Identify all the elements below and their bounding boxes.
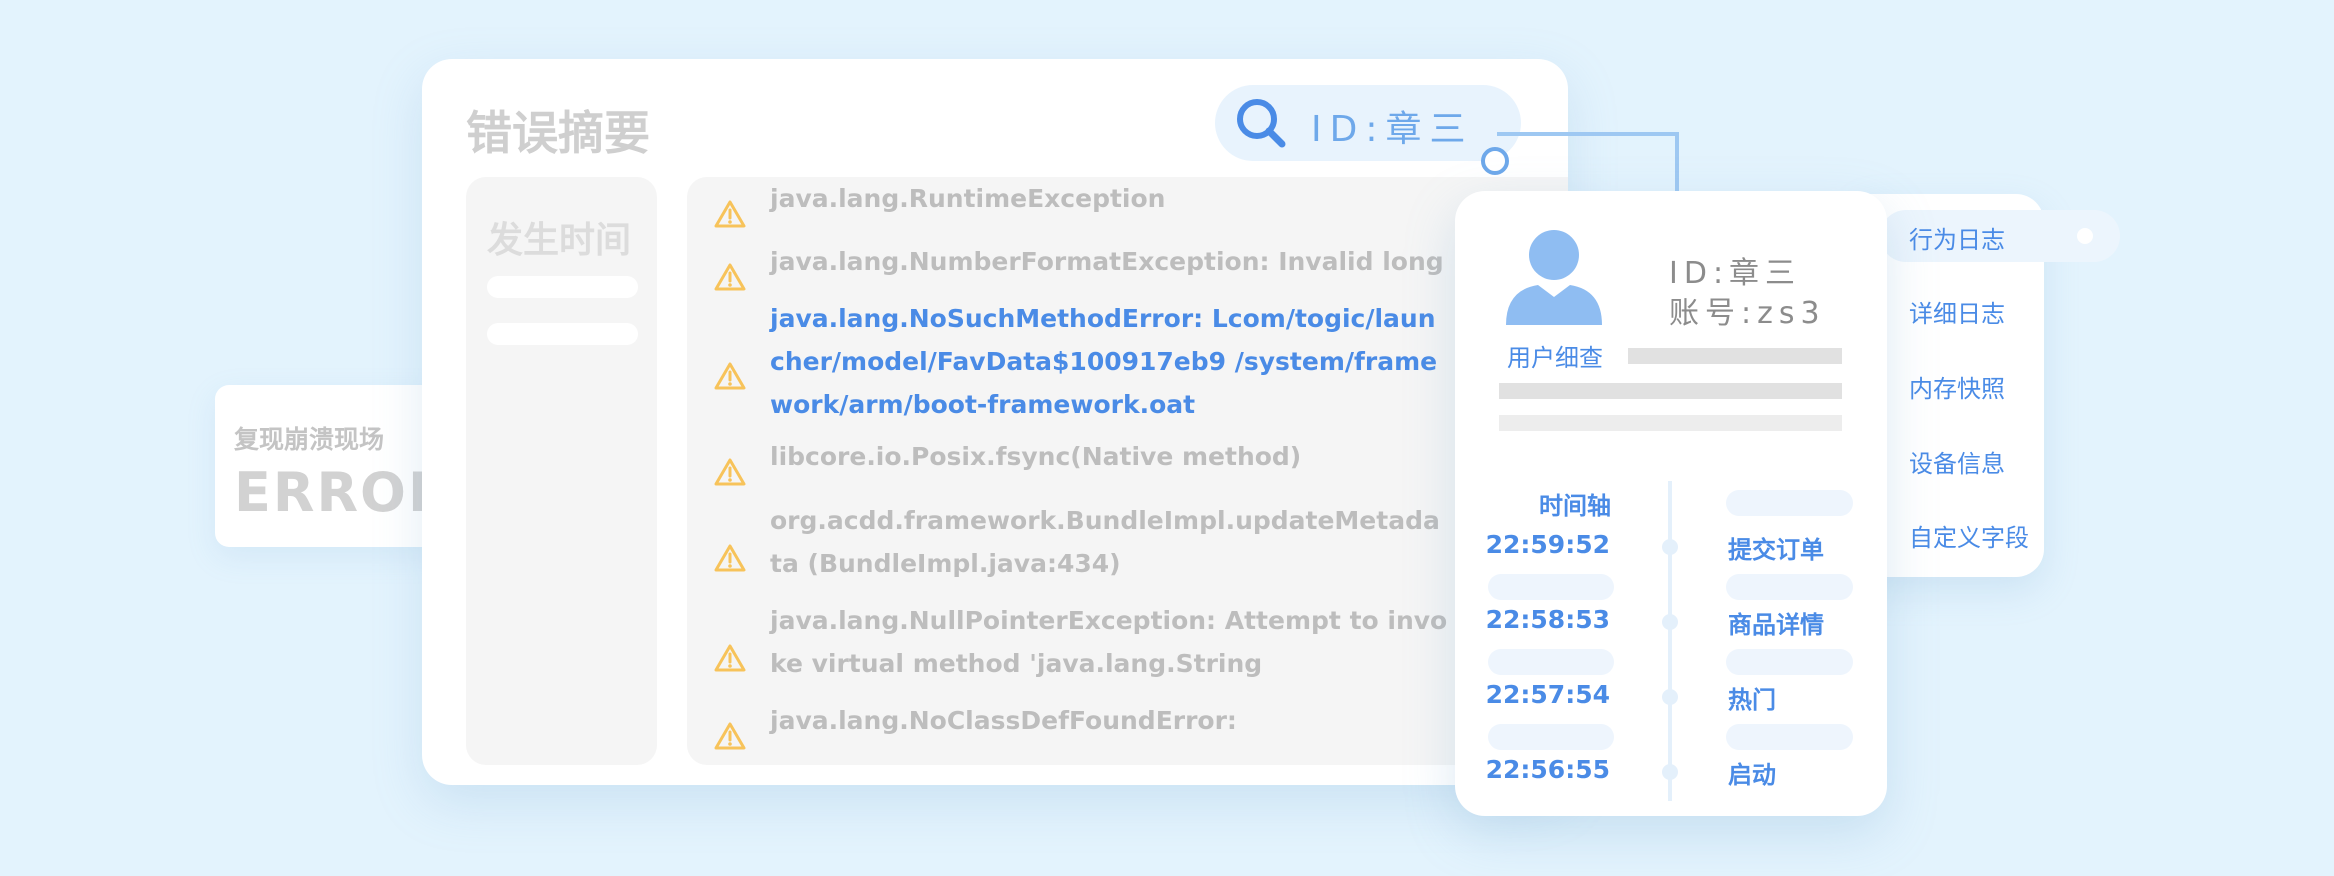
user-id: ID:章三 (1669, 256, 1802, 291)
timeline-dot (1662, 689, 1678, 705)
search-query: ID:章三 (1311, 109, 1474, 150)
placeholder-bar (1499, 383, 1842, 399)
error-title: ERROR (234, 461, 452, 524)
menu-item-behavior-log[interactable]: 行为日志 (1909, 220, 2005, 255)
search-bar[interactable]: ID:章三 (1215, 85, 1521, 175)
crash-reproduce-card[interactable]: 复现崩溃现场 ERROR (215, 385, 450, 547)
user-avatar-icon[interactable] (1506, 227, 1602, 325)
error-log-list: java.lang.RuntimeException java.lang.Num… (687, 177, 1568, 765)
menu-item-custom-fields[interactable]: 自定义字段 (1909, 518, 2029, 553)
connector-line (1497, 132, 1679, 196)
timeline-title: 时间轴 (1539, 492, 1611, 520)
placeholder-bar (1499, 415, 1842, 431)
timeline-pill (1488, 649, 1614, 675)
timeline-time: 22:59:52 (1485, 530, 1610, 559)
crash-reproduce-label: 复现崩溃现场 (234, 425, 385, 454)
log-text: libcore.io.Posix.fsync(Native method) (770, 442, 1302, 471)
menu-item-detail-log[interactable]: 详细日志 (1909, 294, 2005, 329)
timeline-time: 22:56:55 (1485, 755, 1610, 784)
timeline-pill (1726, 724, 1853, 750)
warning-icon (714, 544, 746, 572)
warning-icon (714, 200, 746, 228)
user-account: 账号:zs3 (1669, 296, 1826, 331)
timeline-dot (1662, 764, 1678, 780)
selected-indicator-dot (2077, 228, 2093, 244)
menu-item-memory-snapshot[interactable]: 内存快照 (1909, 369, 2005, 404)
placeholder-bar (1628, 348, 1842, 364)
log-text: java.lang.RuntimeException (770, 184, 1166, 213)
timeline-event[interactable]: 热门 (1728, 680, 1776, 715)
search-icon (1237, 99, 1286, 148)
timeline-event[interactable]: 启动 (1728, 755, 1776, 790)
log-text: java.lang.NoSuchMethodError: Lcom/togic/… (770, 304, 1438, 419)
timeline-pill (1488, 724, 1614, 750)
page-title: 错误摘要 (466, 106, 650, 160)
timeline-time: 22:57:54 (1485, 680, 1610, 709)
timeline-dot (1662, 539, 1678, 555)
timeline-pill (1726, 649, 1853, 675)
timeline-pill (1488, 574, 1614, 600)
timeline-dot (1662, 614, 1678, 630)
timeline-pill (1726, 574, 1853, 600)
time-column-title: 发生时间 (487, 220, 632, 261)
time-placeholder-bar (487, 276, 638, 298)
timeline-axis (1668, 481, 1672, 801)
warning-icon (714, 644, 746, 672)
error-summary-card: 错误摘要 ID:章三 发生时间 java.lang.RuntimeExcepti… (422, 59, 1568, 785)
warning-icon (714, 263, 746, 291)
time-placeholder-bar (487, 323, 638, 345)
user-detail-label: 用户细查 (1507, 344, 1603, 372)
timeline-event[interactable]: 商品详情 (1728, 605, 1824, 640)
time-column: 发生时间 (466, 177, 657, 765)
log-text: java.lang.NumberFormatException: Invalid… (770, 247, 1444, 276)
user-detail-card: 用户细查 ID:章三 账号:zs3 时间轴 22:59:52 提交订单 22:5… (1455, 191, 1887, 816)
timeline-time: 22:58:53 (1485, 605, 1610, 634)
log-text: java.lang.NoClassDefFoundError: (770, 706, 1237, 735)
log-text: org.acdd.framework.BundleImpl.updateMeta… (770, 506, 1440, 578)
menu-item-device-info[interactable]: 设备信息 (1909, 444, 2005, 479)
warning-icon (714, 458, 746, 486)
log-text: java.lang.NullPointerException: Attempt … (770, 606, 1448, 678)
warning-icon (714, 362, 746, 390)
timeline-pill (1726, 490, 1853, 516)
warning-icon (714, 722, 746, 750)
timeline-event[interactable]: 提交订单 (1728, 530, 1824, 565)
